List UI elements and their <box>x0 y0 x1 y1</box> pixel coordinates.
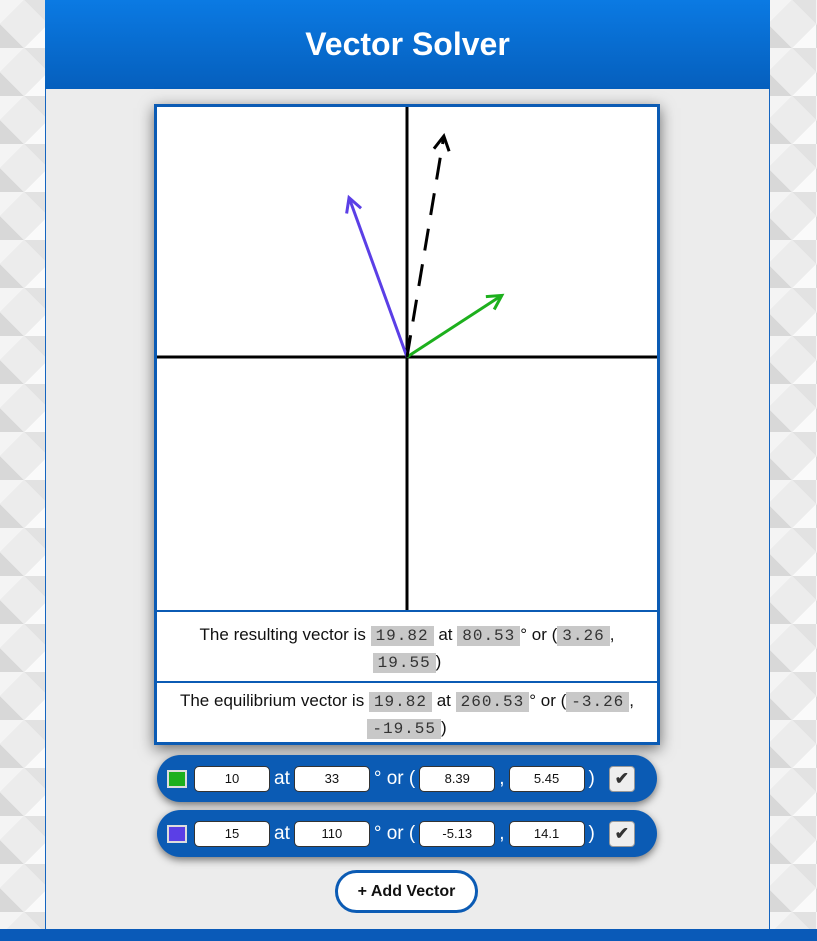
angle-input[interactable] <box>293 765 370 792</box>
result-close: ) <box>435 652 442 671</box>
vector-arrow-1-shaft <box>406 294 503 359</box>
equilibrium-magnitude: 19.82 <box>368 692 432 712</box>
result-magnitude: 19.82 <box>370 626 434 646</box>
page-title: Vector Solver <box>305 26 510 62</box>
equilibrium-vector-text: The equilibrium vector is 19.82 at 260.5… <box>157 681 657 745</box>
resultant-arrow <box>405 132 451 358</box>
result-prefix: The resulting vector is <box>199 625 366 644</box>
color-swatch[interactable] <box>167 769 187 788</box>
vector-arrow-1 <box>406 293 505 359</box>
equilibrium-x: -3.26 <box>566 692 630 712</box>
close-paren-label: ) <box>588 822 595 844</box>
resultant-arrow-shaft <box>405 135 446 358</box>
result-at-label: at <box>438 625 453 644</box>
equilibrium-y: -19.55 <box>367 719 441 739</box>
magnitude-input[interactable] <box>194 765 270 792</box>
x-component-input[interactable] <box>419 765 496 792</box>
vector-row: at ° or ( , ) ✔ <box>157 755 657 802</box>
comma-label: , <box>499 767 505 789</box>
y-component-input[interactable] <box>508 765 585 792</box>
y-component-input[interactable] <box>508 820 585 847</box>
close-paren-label: ) <box>588 767 595 789</box>
equilibrium-prefix: The equilibrium vector is <box>179 691 365 710</box>
x-component-input[interactable] <box>419 820 496 847</box>
at-label: at <box>274 822 290 844</box>
result-deg-or: ° or ( <box>520 625 558 644</box>
equilibrium-at-label: at <box>436 691 451 710</box>
comma-label: , <box>499 822 505 844</box>
equilibrium-angle: 260.53 <box>455 692 530 712</box>
color-swatch[interactable] <box>167 824 187 843</box>
at-label: at <box>274 767 290 789</box>
result-x: 3.26 <box>557 626 610 646</box>
checkmark-icon: ✔ <box>614 768 629 788</box>
resulting-vector-text: The resulting vector is 19.82 at 80.53 ° … <box>157 610 657 681</box>
magnitude-input[interactable] <box>194 820 270 847</box>
vector-panel: The resulting vector is 19.82 at 80.53 ° … <box>154 104 660 745</box>
enable-checkbox[interactable]: ✔ <box>608 820 635 847</box>
equilibrium-comma: , <box>629 691 635 710</box>
equilibrium-deg-or: ° or ( <box>529 691 567 710</box>
checkmark-icon: ✔ <box>614 823 629 843</box>
vector-arrow-2 <box>345 194 409 358</box>
equilibrium-close: ) <box>440 718 447 737</box>
result-comma: , <box>609 625 615 644</box>
angle-input[interactable] <box>293 820 370 847</box>
page-header: Vector Solver <box>45 0 770 89</box>
deg-or-label: ° or ( <box>373 822 416 844</box>
result-angle: 80.53 <box>457 626 521 646</box>
deg-or-label: ° or ( <box>373 767 416 789</box>
vector-row: at ° or ( , ) ✔ <box>157 810 657 857</box>
footer-bar <box>0 929 817 941</box>
vector-arrow-2-shaft <box>347 197 409 358</box>
enable-checkbox[interactable]: ✔ <box>608 765 635 792</box>
result-y: 19.55 <box>372 653 436 673</box>
add-vector-button[interactable]: + Add Vector <box>335 870 478 913</box>
vector-layer <box>345 132 505 359</box>
vector-canvas <box>157 107 657 610</box>
